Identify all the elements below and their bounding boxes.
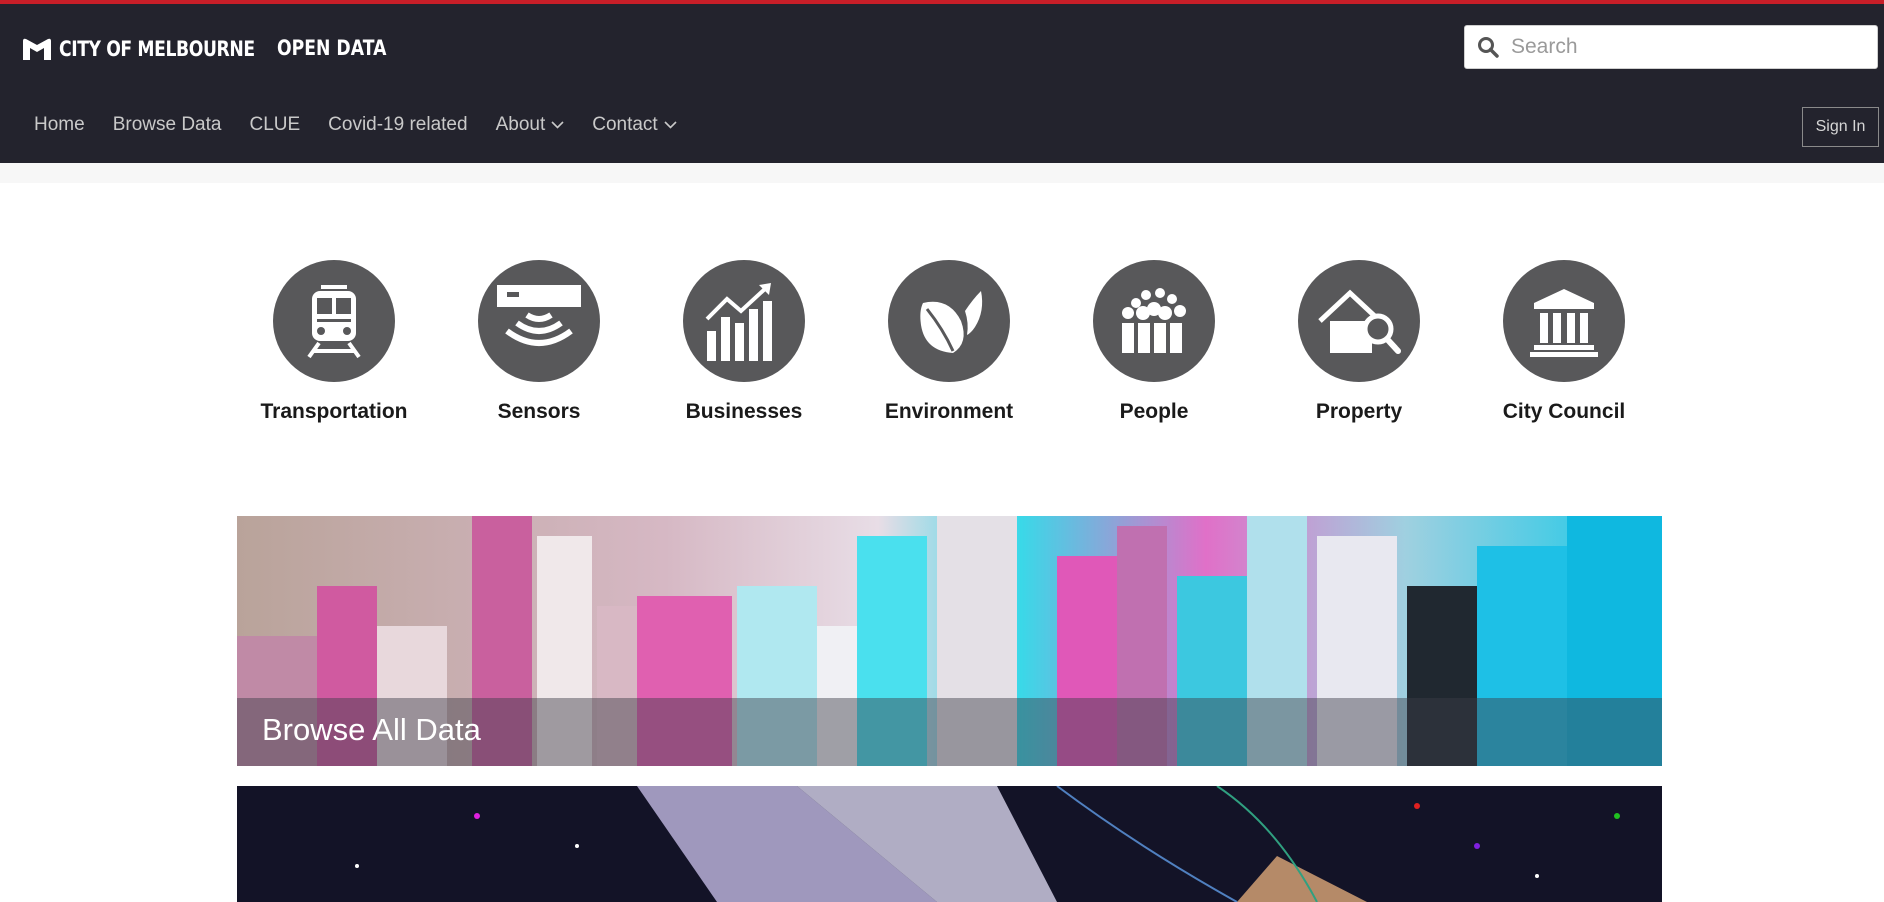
sensor-icon — [497, 285, 581, 346]
search-box — [1464, 25, 1878, 69]
logo-text: CITY OF MELBOURNE — [59, 37, 255, 61]
nav-covid-label: Covid-19 related — [328, 114, 468, 135]
category-label: Transportation — [260, 400, 408, 423]
chevron-down-icon — [664, 121, 677, 129]
search-input[interactable] — [1509, 34, 1853, 60]
search-icon — [1478, 37, 1499, 58]
city-logo[interactable]: CITY OF MELBOURNE — [21, 36, 298, 62]
browse-all-data-banner[interactable]: Browse All Data — [237, 516, 1662, 766]
sign-in-button[interactable]: Sign In — [1802, 107, 1879, 147]
category-businesses[interactable]: Businesses — [664, 260, 824, 424]
chevron-down-icon — [551, 121, 564, 129]
category-people[interactable]: People — [1074, 260, 1234, 424]
point-cloud-image — [237, 786, 1662, 902]
category-label: Environment — [884, 400, 1014, 423]
category-label: City Council — [1502, 400, 1626, 423]
banner-title: Browse All Data — [262, 712, 481, 747]
point-cloud-banner[interactable] — [237, 786, 1662, 902]
category-circle — [1093, 260, 1215, 382]
nav-home-label: Home — [34, 114, 85, 135]
category-circle — [478, 260, 600, 382]
nav-covid[interactable]: Covid-19 related — [328, 114, 467, 136]
category-property[interactable]: Property — [1279, 260, 1439, 424]
melbourne-m-icon — [23, 38, 51, 60]
category-label: Sensors — [497, 400, 581, 423]
header-spacer — [0, 163, 1884, 183]
nav-about-label: About — [495, 114, 546, 135]
top-bar: CITY OF MELBOURNE OPEN DATA Home Browse … — [0, 0, 1884, 163]
nav-browse-data-label: Browse Data — [112, 114, 222, 135]
category-label: Businesses — [685, 400, 803, 423]
nav-clue-label: CLUE — [249, 114, 301, 135]
accent-line — [0, 0, 1884, 4]
building-columns-icon — [1530, 289, 1598, 357]
train-icon — [307, 285, 361, 359]
category-city-council[interactable]: City Council — [1484, 260, 1644, 424]
category-circle — [888, 260, 1010, 382]
category-circle — [273, 260, 395, 382]
nav-clue[interactable]: CLUE — [249, 114, 300, 136]
nav-browse-data[interactable]: Browse Data — [113, 114, 222, 136]
category-environment[interactable]: Environment — [869, 260, 1029, 424]
category-circle — [683, 260, 805, 382]
category-circle — [1503, 260, 1625, 382]
category-transportation[interactable]: Transportation — [254, 260, 414, 424]
house-search-icon — [1318, 289, 1401, 354]
people-icon — [1122, 288, 1186, 353]
banner-caption: Browse All Data — [237, 698, 1662, 766]
category-sensors[interactable]: Sensors — [459, 260, 619, 424]
category-label: Property — [1315, 400, 1403, 423]
nav-home[interactable]: Home — [34, 114, 85, 136]
site-name[interactable]: OPEN DATA — [277, 36, 386, 60]
category-circle — [1298, 260, 1420, 382]
nav-contact-label: Contact — [592, 114, 658, 135]
leaf-icon — [920, 291, 983, 353]
main-nav: Home Browse Data CLUE Covid-19 related A… — [34, 114, 705, 136]
bar-chart-icon — [705, 283, 772, 361]
nav-contact[interactable]: Contact — [592, 114, 677, 136]
category-label: People — [1119, 400, 1189, 423]
nav-about[interactable]: About — [496, 114, 565, 136]
